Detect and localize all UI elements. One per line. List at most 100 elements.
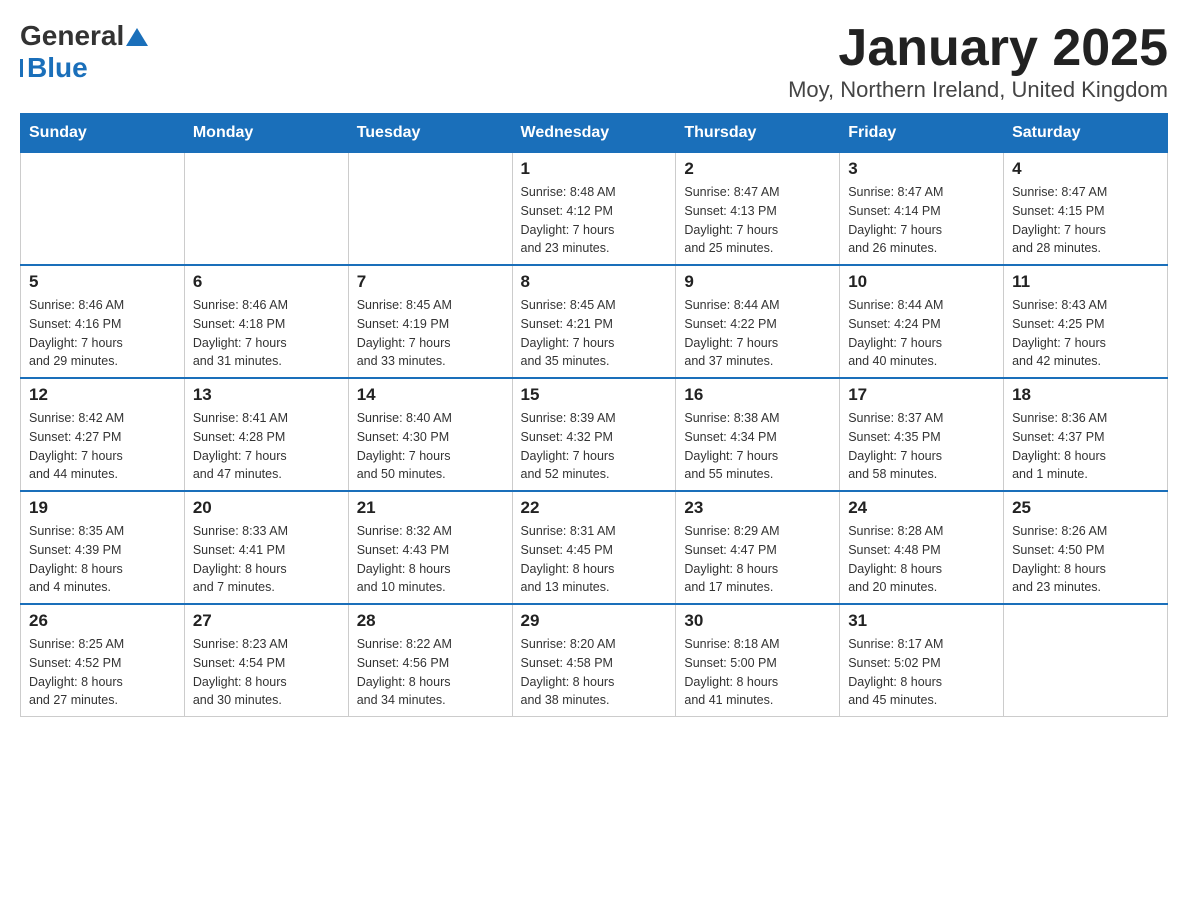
day-number: 7 (357, 272, 504, 292)
week-row-4: 19Sunrise: 8:35 AM Sunset: 4:39 PM Dayli… (21, 491, 1168, 604)
day-number: 20 (193, 498, 340, 518)
calendar-table: SundayMondayTuesdayWednesdayThursdayFrid… (20, 113, 1168, 717)
calendar-cell-w4-d7: 25 Sunrise: 8:26 AM Sunset: 4:50 PM Dayli… (1004, 491, 1168, 604)
col-header-thursday: Thursday (676, 114, 840, 153)
logo-triangle-icon (126, 28, 148, 46)
calendar-cell-w2-d5: 9Sunrise: 8:44 AM Sunset: 4:22 PM Daylig… (676, 265, 840, 378)
day-info: Sunrise: 8:47 AM Sunset: 4:15 PM Dayligh… (1012, 183, 1159, 258)
calendar-cell-w3-d1: 12Sunrise: 8:42 AM Sunset: 4:27 PM Dayli… (21, 378, 185, 491)
calendar-cell-w5-d3: 28 Sunrise: 8:22 AM Sunset: 4:56 PM Dayli… (348, 604, 512, 717)
day-number: 14 (357, 385, 504, 405)
calendar-cell-w1-d6: 3Sunrise: 8:47 AM Sunset: 4:14 PM Daylig… (840, 153, 1004, 266)
calendar-cell-w4-d4: 22 Sunrise: 8:31 AM Sunset: 4:45 PM Dayli… (512, 491, 676, 604)
day-info: Sunrise: 8:39 AM Sunset: 4:32 PM Dayligh… (521, 409, 668, 484)
day-info: Sunrise: 8:22 AM Sunset: 4:56 PM Dayligh… (357, 635, 504, 710)
day-info: Sunrise: 8:25 AM Sunset: 4:52 PM Dayligh… (29, 635, 176, 710)
day-info: Sunrise: 8:47 AM Sunset: 4:14 PM Dayligh… (848, 183, 995, 258)
calendar-header-row: SundayMondayTuesdayWednesdayThursdayFrid… (21, 114, 1168, 153)
day-info: Sunrise: 8:26 AM Sunset: 4:50 PM Dayligh… (1012, 522, 1159, 597)
day-info: Sunrise: 8:33 AM Sunset: 4:41 PM Dayligh… (193, 522, 340, 597)
calendar-cell-w2-d3: 7 Sunrise: 8:45 AM Sunset: 4:19 PM Daylig… (348, 265, 512, 378)
calendar-cell-w3-d6: 17 Sunrise: 8:37 AM Sunset: 4:35 PM Dayli… (840, 378, 1004, 491)
day-number: 28 (357, 611, 504, 631)
page-subtitle: Moy, Northern Ireland, United Kingdom (788, 77, 1168, 103)
calendar-cell-w1-d7: 4 Sunrise: 8:47 AM Sunset: 4:15 PM Daylig… (1004, 153, 1168, 266)
col-header-sunday: Sunday (21, 114, 185, 153)
calendar-cell-w4-d2: 20 Sunrise: 8:33 AM Sunset: 4:41 PM Dayli… (184, 491, 348, 604)
calendar-cell-w4-d5: 23Sunrise: 8:29 AM Sunset: 4:47 PM Dayli… (676, 491, 840, 604)
day-info: Sunrise: 8:35 AM Sunset: 4:39 PM Dayligh… (29, 522, 176, 597)
day-info: Sunrise: 8:32 AM Sunset: 4:43 PM Dayligh… (357, 522, 504, 597)
day-info: Sunrise: 8:42 AM Sunset: 4:27 PM Dayligh… (29, 409, 176, 484)
day-number: 13 (193, 385, 340, 405)
day-info: Sunrise: 8:48 AM Sunset: 4:12 PM Dayligh… (521, 183, 668, 258)
day-number: 30 (684, 611, 831, 631)
day-number: 18 (1012, 385, 1159, 405)
day-info: Sunrise: 8:20 AM Sunset: 4:58 PM Dayligh… (521, 635, 668, 710)
week-row-3: 12Sunrise: 8:42 AM Sunset: 4:27 PM Dayli… (21, 378, 1168, 491)
day-info: Sunrise: 8:18 AM Sunset: 5:00 PM Dayligh… (684, 635, 831, 710)
day-number: 16 (684, 385, 831, 405)
calendar-cell-w1-d3 (348, 153, 512, 266)
calendar-cell-w2-d1: 5 Sunrise: 8:46 AM Sunset: 4:16 PM Daylig… (21, 265, 185, 378)
week-row-5: 26 Sunrise: 8:25 AM Sunset: 4:52 PM Dayli… (21, 604, 1168, 717)
day-info: Sunrise: 8:40 AM Sunset: 4:30 PM Dayligh… (357, 409, 504, 484)
week-row-2: 5 Sunrise: 8:46 AM Sunset: 4:16 PM Daylig… (21, 265, 1168, 378)
calendar-cell-w5-d6: 31 Sunrise: 8:17 AM Sunset: 5:02 PM Dayli… (840, 604, 1004, 717)
calendar-cell-w2-d6: 10Sunrise: 8:44 AM Sunset: 4:24 PM Dayli… (840, 265, 1004, 378)
day-info: Sunrise: 8:37 AM Sunset: 4:35 PM Dayligh… (848, 409, 995, 484)
day-number: 15 (521, 385, 668, 405)
day-number: 17 (848, 385, 995, 405)
day-info: Sunrise: 8:17 AM Sunset: 5:02 PM Dayligh… (848, 635, 995, 710)
day-number: 4 (1012, 159, 1159, 179)
calendar-cell-w5-d1: 26 Sunrise: 8:25 AM Sunset: 4:52 PM Dayli… (21, 604, 185, 717)
calendar-cell-w3-d2: 13Sunrise: 8:41 AM Sunset: 4:28 PM Dayli… (184, 378, 348, 491)
calendar-cell-w1-d5: 2Sunrise: 8:47 AM Sunset: 4:13 PM Daylig… (676, 153, 840, 266)
day-number: 31 (848, 611, 995, 631)
calendar-cell-w2-d4: 8 Sunrise: 8:45 AM Sunset: 4:21 PM Daylig… (512, 265, 676, 378)
day-number: 26 (29, 611, 176, 631)
col-header-monday: Monday (184, 114, 348, 153)
calendar-cell-w5-d2: 27Sunrise: 8:23 AM Sunset: 4:54 PM Dayli… (184, 604, 348, 717)
day-info: Sunrise: 8:45 AM Sunset: 4:19 PM Dayligh… (357, 296, 504, 371)
day-number: 29 (521, 611, 668, 631)
day-info: Sunrise: 8:23 AM Sunset: 4:54 PM Dayligh… (193, 635, 340, 710)
day-number: 10 (848, 272, 995, 292)
day-info: Sunrise: 8:28 AM Sunset: 4:48 PM Dayligh… (848, 522, 995, 597)
page-header: General Blue January 2025 Moy, Northern … (20, 20, 1168, 103)
day-number: 6 (193, 272, 340, 292)
day-info: Sunrise: 8:44 AM Sunset: 4:22 PM Dayligh… (684, 296, 831, 371)
day-info: Sunrise: 8:46 AM Sunset: 4:16 PM Dayligh… (29, 296, 176, 371)
day-number: 22 (521, 498, 668, 518)
day-info: Sunrise: 8:36 AM Sunset: 4:37 PM Dayligh… (1012, 409, 1159, 484)
calendar-header: SundayMondayTuesdayWednesdayThursdayFrid… (21, 114, 1168, 153)
day-number: 1 (521, 159, 668, 179)
day-number: 24 (848, 498, 995, 518)
calendar-cell-w3-d5: 16 Sunrise: 8:38 AM Sunset: 4:34 PM Dayli… (676, 378, 840, 491)
week-row-1: 1 Sunrise: 8:48 AM Sunset: 4:12 PM Daylig… (21, 153, 1168, 266)
col-header-wednesday: Wednesday (512, 114, 676, 153)
day-number: 11 (1012, 272, 1159, 292)
calendar-cell-w5-d7 (1004, 604, 1168, 717)
day-number: 25 (1012, 498, 1159, 518)
day-number: 21 (357, 498, 504, 518)
calendar-cell-w3-d4: 15 Sunrise: 8:39 AM Sunset: 4:32 PM Dayli… (512, 378, 676, 491)
day-info: Sunrise: 8:45 AM Sunset: 4:21 PM Dayligh… (521, 296, 668, 371)
calendar-cell-w3-d7: 18 Sunrise: 8:36 AM Sunset: 4:37 PM Dayli… (1004, 378, 1168, 491)
logo: General Blue (20, 20, 148, 84)
page-title: January 2025 (788, 20, 1168, 77)
calendar-cell-w3-d3: 14 Sunrise: 8:40 AM Sunset: 4:30 PM Dayli… (348, 378, 512, 491)
day-info: Sunrise: 8:29 AM Sunset: 4:47 PM Dayligh… (684, 522, 831, 597)
calendar-cell-w2-d2: 6Sunrise: 8:46 AM Sunset: 4:18 PM Daylig… (184, 265, 348, 378)
calendar-cell-w4-d6: 24 Sunrise: 8:28 AM Sunset: 4:48 PM Dayli… (840, 491, 1004, 604)
day-info: Sunrise: 8:38 AM Sunset: 4:34 PM Dayligh… (684, 409, 831, 484)
calendar-cell-w1-d1 (21, 153, 185, 266)
calendar-body: 1 Sunrise: 8:48 AM Sunset: 4:12 PM Daylig… (21, 153, 1168, 717)
day-number: 2 (684, 159, 831, 179)
col-header-tuesday: Tuesday (348, 114, 512, 153)
day-info: Sunrise: 8:31 AM Sunset: 4:45 PM Dayligh… (521, 522, 668, 597)
day-number: 8 (521, 272, 668, 292)
col-header-friday: Friday (840, 114, 1004, 153)
day-number: 5 (29, 272, 176, 292)
calendar-cell-w2-d7: 11Sunrise: 8:43 AM Sunset: 4:25 PM Dayli… (1004, 265, 1168, 378)
